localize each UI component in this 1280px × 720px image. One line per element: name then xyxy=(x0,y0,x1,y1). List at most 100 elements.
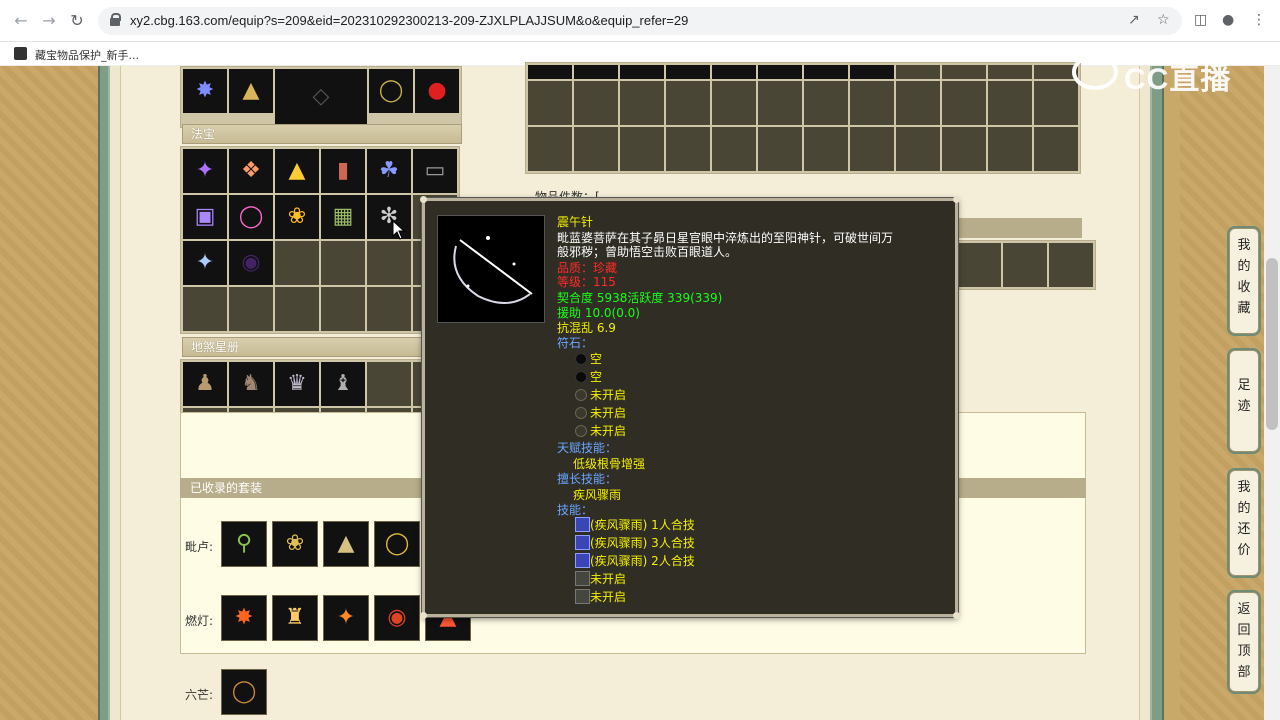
suit-item[interactable]: ⚲ xyxy=(221,521,267,567)
rune-locked-icon xyxy=(575,389,587,401)
equip-slot[interactable]: ◇ xyxy=(275,69,367,125)
fabao-slot-empty xyxy=(321,241,365,285)
inventory-slot[interactable] xyxy=(758,65,802,79)
fabao-slot[interactable]: ▣ xyxy=(183,195,227,239)
fabao-slot[interactable]: ▭ xyxy=(413,149,457,193)
suit-item[interactable]: ♜ xyxy=(272,595,318,641)
disha-card[interactable]: ♛ xyxy=(275,362,319,406)
suit-item[interactable]: ◯ xyxy=(221,669,267,715)
inventory-slot-empty xyxy=(850,127,894,171)
side-tab-char: 的 xyxy=(1237,501,1251,516)
inventory-slot-empty xyxy=(758,127,802,171)
fabao-slot[interactable]: ✦ xyxy=(183,149,227,193)
equip-slot[interactable]: ● xyxy=(415,69,459,113)
fabao-slot[interactable]: ▲ xyxy=(275,149,319,193)
inventory-slot-empty xyxy=(988,127,1032,171)
fabao-slot[interactable]: ✦ xyxy=(183,241,227,285)
fabao-slot[interactable]: ❀ xyxy=(275,195,319,239)
star-icon[interactable]: ☆ xyxy=(1157,12,1170,28)
fabao-slot[interactable]: ▮ xyxy=(321,149,365,193)
inventory-slot[interactable] xyxy=(850,65,894,79)
needle-icon xyxy=(453,236,533,304)
menu-icon[interactable]: ⋮ xyxy=(1252,12,1266,28)
watermark-text: CC直播 xyxy=(1124,63,1232,96)
fabao-slot[interactable]: ▦ xyxy=(321,195,365,239)
inventory-slot-empty xyxy=(942,81,986,125)
inventory-slot[interactable] xyxy=(620,65,664,79)
disha-card[interactable]: ♞ xyxy=(229,362,273,406)
equip-slot[interactable]: ▲ xyxy=(229,69,273,113)
inventory-grid xyxy=(525,62,1081,174)
inventory-slot-empty xyxy=(620,81,664,125)
skill-label: 未开启 xyxy=(590,590,627,604)
suit-item[interactable]: ❀ xyxy=(272,521,318,567)
inventory-slot[interactable] xyxy=(804,65,848,79)
suit-row-label: 六芒: xyxy=(185,688,214,702)
skill-row: 未开启 xyxy=(575,570,626,588)
rune-label: 未开启 xyxy=(590,424,627,438)
rune-slot: 未开启 xyxy=(575,422,626,440)
share-icon[interactable]: ↗ xyxy=(1128,12,1140,28)
suit-item[interactable]: ✦ xyxy=(323,595,369,641)
fabao-slot[interactable]: ☘ xyxy=(367,149,411,193)
right-grid xyxy=(954,240,1096,290)
skill-row: (疾风骤雨) 2人合技 xyxy=(575,552,695,570)
suit-item[interactable]: ◉ xyxy=(374,595,420,641)
equip-slot[interactable]: ◯ xyxy=(369,69,413,113)
rune-locked-icon xyxy=(575,425,587,437)
side-tab-char: 还 xyxy=(1237,522,1251,537)
rune-locked-icon xyxy=(575,407,587,419)
right-slot-empty xyxy=(1049,243,1093,287)
side-tab-char: 顶 xyxy=(1237,644,1251,659)
section-header-right xyxy=(950,218,1082,238)
side-tab-char: 收 xyxy=(1237,280,1251,295)
disha-card[interactable]: ♟ xyxy=(183,362,227,406)
scrollbar-thumb[interactable] xyxy=(1266,258,1278,430)
rune-slot: 空 xyxy=(575,350,602,368)
rune-label: 空 xyxy=(590,370,603,384)
forward-icon[interactable]: → xyxy=(38,10,60,32)
fabao-slot[interactable]: ◯ xyxy=(229,195,273,239)
side-tab-my-offers[interactable]: 我 的 还 价 xyxy=(1229,470,1259,576)
inventory-slot-empty xyxy=(804,81,848,125)
profile-icon[interactable]: ● xyxy=(1222,12,1234,28)
inventory-slot-empty xyxy=(620,127,664,171)
suit-row-label: 燃灯: xyxy=(185,614,214,628)
background-left xyxy=(0,66,100,720)
side-tab-char: 足 xyxy=(1237,378,1251,393)
suit-item[interactable]: ◯ xyxy=(374,521,420,567)
inventory-slot-empty xyxy=(896,127,940,171)
inventory-slot-empty xyxy=(988,65,1032,79)
back-icon[interactable]: ← xyxy=(10,10,32,32)
side-tab-favorites[interactable]: 我 的 收 藏 xyxy=(1229,228,1259,334)
fabao-slot[interactable]: ◉ xyxy=(229,241,273,285)
reload-icon[interactable]: ↻ xyxy=(66,10,88,32)
side-tab-back-to-top[interactable]: 返 回 顶 部 xyxy=(1229,592,1259,692)
tooltip-corner xyxy=(953,612,960,619)
fabao-slot[interactable]: ❖ xyxy=(229,149,273,193)
inventory-slot-empty xyxy=(712,127,756,171)
rune-slot: 未开启 xyxy=(575,386,626,404)
sidepanel-icon[interactable]: ◫ xyxy=(1194,12,1207,28)
inventory-slot[interactable] xyxy=(528,65,572,79)
suit-item[interactable]: ▲ xyxy=(323,521,369,567)
inventory-slot[interactable] xyxy=(712,65,756,79)
inventory-slot[interactable] xyxy=(574,65,618,79)
item-tooltip: 震午针 毗蓝婆菩萨在其子昴日星官眼中淬炼出的至阳神针，可破世间万 般邪秽；曾助悟… xyxy=(420,196,960,619)
equipment-grid: ✸ ▲ ◇ ◯ ● xyxy=(180,66,462,128)
side-tab-history[interactable]: 足 迹 xyxy=(1229,350,1259,452)
fabao-slot-empty xyxy=(275,241,319,285)
side-tab-char: 我 xyxy=(1237,238,1251,253)
skill-label: (疾风骤雨) 1人合技 xyxy=(590,518,695,532)
fabao-slot-empty xyxy=(367,287,411,331)
side-tab-char: 价 xyxy=(1237,543,1251,558)
bookmark-item[interactable]: 藏宝物品保护_新手... xyxy=(35,47,139,63)
equip-slot[interactable]: ✸ xyxy=(183,69,227,113)
skill-label: (疾风骤雨) 3人合技 xyxy=(590,536,695,550)
mouse-cursor-icon xyxy=(392,220,406,240)
suit-item[interactable]: ✸ xyxy=(221,595,267,641)
disha-card[interactable]: ♝ xyxy=(321,362,365,406)
address-bar[interactable]: xy2.cbg.163.com/equip?s=209&eid=20231029… xyxy=(98,7,1182,35)
url-text[interactable]: xy2.cbg.163.com/equip?s=209&eid=20231029… xyxy=(130,13,688,28)
inventory-slot[interactable] xyxy=(666,65,710,79)
